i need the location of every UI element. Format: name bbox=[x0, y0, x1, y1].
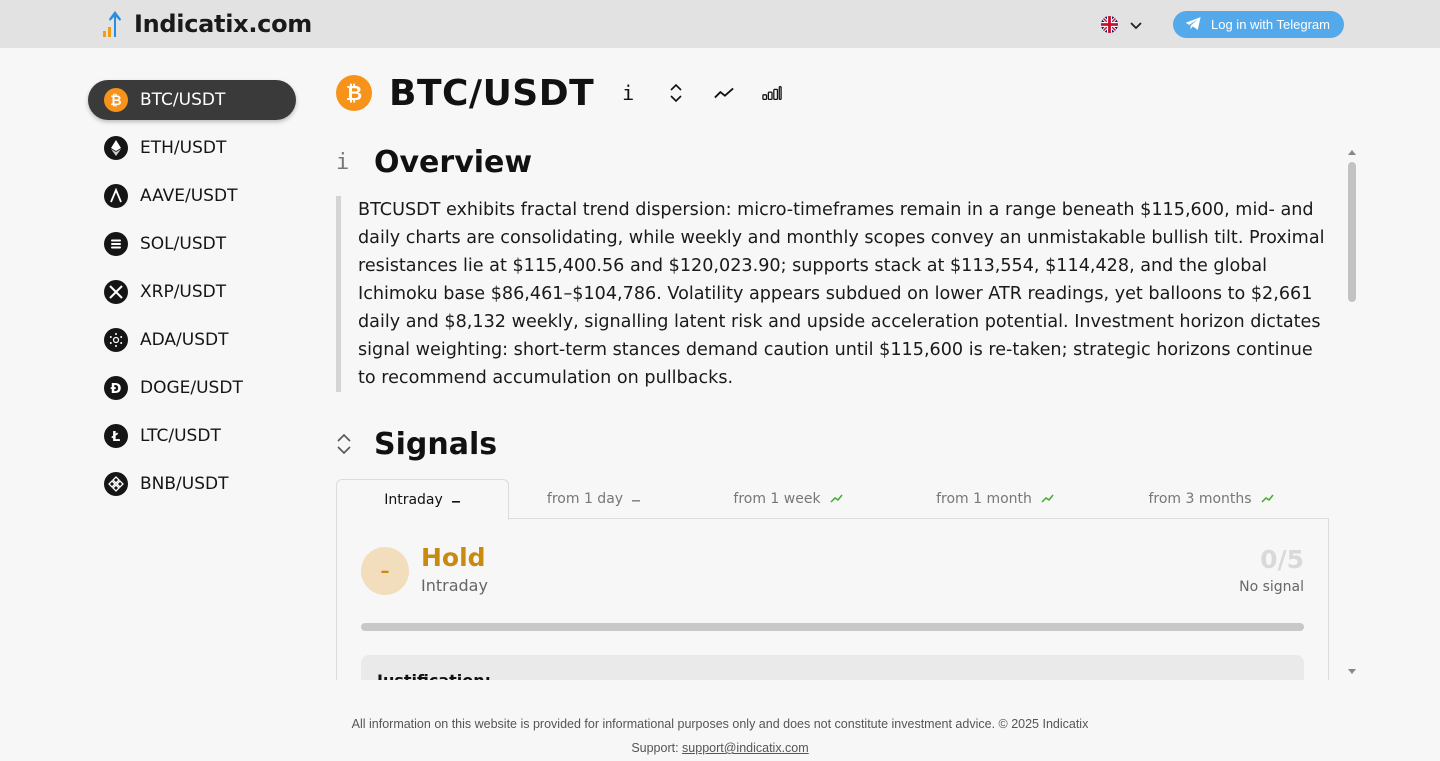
sidebar-item-btc-usdt[interactable]: ₿ BTC/USDT bbox=[88, 80, 296, 120]
sidebar-item-bnb-usdt[interactable]: BNB/USDT bbox=[88, 464, 296, 504]
tab-intraday[interactable]: Intraday bbox=[336, 479, 509, 520]
svg-text:Đ: Đ bbox=[111, 382, 122, 397]
info-icon: i bbox=[336, 149, 350, 175]
uk-flag-icon bbox=[1101, 16, 1118, 33]
justification-label: Justification: bbox=[377, 671, 491, 680]
bitcoin-icon: ₿ bbox=[104, 88, 128, 112]
aave-icon bbox=[104, 184, 128, 208]
sidebar-item-ada-usdt[interactable]: ADA/USDT bbox=[88, 320, 296, 360]
info-icon[interactable]: i bbox=[618, 81, 638, 105]
justification-box: Justification: bbox=[361, 655, 1304, 680]
sidebar-item-sol-usdt[interactable]: SOL/USDT bbox=[88, 224, 296, 264]
chevron-down-icon bbox=[1130, 15, 1142, 34]
sidebar-item-eth-usdt[interactable]: ETH/USDT bbox=[88, 128, 296, 168]
content-scrollbar[interactable] bbox=[1344, 148, 1360, 680]
footer-disclaimer: All information on this website is provi… bbox=[351, 717, 1089, 731]
tab-from-1-day[interactable]: from 1 day bbox=[509, 479, 679, 519]
logo-icon bbox=[102, 9, 124, 39]
bar-signal-icon[interactable] bbox=[762, 81, 782, 105]
sidebar-item-label: AAVE/USDT bbox=[140, 186, 238, 206]
signal-progress-bar bbox=[361, 623, 1304, 631]
hold-indicator: – bbox=[361, 547, 409, 595]
tab-from-3-months[interactable]: from 3 months bbox=[1093, 479, 1329, 519]
tab-label: from 1 day bbox=[546, 491, 624, 507]
sort-icon bbox=[336, 431, 366, 457]
sidebar-item-label: SOL/USDT bbox=[140, 234, 227, 254]
ethereum-icon bbox=[104, 136, 128, 160]
scrollbar-thumb[interactable] bbox=[1348, 162, 1356, 302]
sidebar-item-label: ADA/USDT bbox=[140, 330, 229, 350]
telegram-login-button[interactable]: Log in with Telegram bbox=[1173, 11, 1344, 38]
telegram-icon bbox=[1185, 16, 1202, 34]
svg-text:Ł: Ł bbox=[111, 430, 120, 445]
xrp-icon bbox=[104, 280, 128, 304]
trend-line-icon[interactable] bbox=[714, 81, 734, 105]
signal-score-label: No signal bbox=[1239, 579, 1304, 595]
bitcoin-icon: ₿ bbox=[336, 75, 372, 111]
logo-text: Indicatix.com bbox=[134, 10, 312, 38]
signal-tabs: Intraday from 1 day from 1 week from 1 m… bbox=[336, 479, 1329, 520]
signal-panel: – Hold Intraday 0/5 No signal Justificat… bbox=[336, 519, 1329, 680]
bnb-icon bbox=[104, 472, 128, 496]
neutral-trend-icon bbox=[632, 491, 641, 507]
tab-label: from 1 month bbox=[936, 491, 1032, 507]
support-prefix: Support: bbox=[631, 741, 683, 755]
overview-heading: i Overview bbox=[336, 140, 1329, 184]
tab-label: from 3 months bbox=[1148, 491, 1252, 507]
trend-up-icon bbox=[1041, 491, 1054, 507]
page-title: BTC/USDT bbox=[389, 72, 595, 114]
overview-text: BTCUSDT exhibits fractal trend dispersio… bbox=[336, 196, 1329, 392]
sidebar-item-label: BTC/USDT bbox=[140, 90, 226, 110]
sidebar-item-label: XRP/USDT bbox=[140, 282, 227, 302]
sidebar-item-xrp-usdt[interactable]: XRP/USDT bbox=[88, 272, 296, 312]
signal-score: 0/5 bbox=[1260, 545, 1304, 574]
signal-verdict: Hold bbox=[421, 543, 486, 572]
sidebar-item-label: DOGE/USDT bbox=[140, 378, 243, 398]
signal-horizon: Intraday bbox=[421, 576, 488, 595]
litecoin-icon: Ł bbox=[104, 424, 128, 448]
section-nav: i bbox=[618, 81, 782, 105]
svg-text:₿: ₿ bbox=[110, 93, 121, 109]
sidebar-item-label: ETH/USDT bbox=[140, 138, 227, 158]
signals-heading: Signals bbox=[336, 422, 1329, 466]
signals-title: Signals bbox=[374, 426, 498, 462]
tab-from-1-week[interactable]: from 1 week bbox=[679, 479, 897, 519]
sort-icon[interactable] bbox=[666, 81, 686, 105]
pair-sidebar: ₿ BTC/USDT ETH/USDT AAVE/USDT SOL/USDT X… bbox=[88, 80, 296, 512]
site-logo[interactable]: Indicatix.com bbox=[102, 9, 312, 39]
sidebar-item-aave-usdt[interactable]: AAVE/USDT bbox=[88, 176, 296, 216]
footer: All information on this website is provi… bbox=[0, 712, 1440, 760]
language-selector[interactable] bbox=[1101, 15, 1142, 34]
dogecoin-icon: Đ bbox=[104, 376, 128, 400]
overview-title: Overview bbox=[374, 144, 533, 180]
support-email-link[interactable]: support@indicatix.com bbox=[682, 741, 809, 755]
top-bar: Indicatix.com Log in with Telegram bbox=[0, 0, 1440, 48]
sidebar-item-label: BNB/USDT bbox=[140, 474, 229, 494]
solana-icon bbox=[104, 232, 128, 256]
scroll-down-arrow-icon[interactable] bbox=[1348, 669, 1356, 674]
telegram-login-label: Log in with Telegram bbox=[1211, 17, 1330, 32]
cardano-icon bbox=[104, 328, 128, 352]
tab-label: from 1 week bbox=[733, 491, 821, 507]
sidebar-item-ltc-usdt[interactable]: Ł LTC/USDT bbox=[88, 416, 296, 456]
trend-up-icon bbox=[830, 491, 843, 507]
footer-support: Support: support@indicatix.com bbox=[0, 736, 1440, 760]
neutral-trend-icon bbox=[451, 492, 461, 508]
sidebar-item-doge-usdt[interactable]: Đ DOGE/USDT bbox=[88, 368, 296, 408]
tab-from-1-month[interactable]: from 1 month bbox=[897, 479, 1093, 519]
svg-text:₿: ₿ bbox=[346, 81, 362, 105]
pair-header: ₿ BTC/USDT i bbox=[336, 72, 782, 114]
trend-up-icon bbox=[1261, 491, 1274, 507]
scroll-up-arrow-icon[interactable] bbox=[1348, 150, 1356, 155]
sidebar-item-label: LTC/USDT bbox=[140, 426, 221, 446]
tab-label: Intraday bbox=[384, 491, 443, 508]
main-content[interactable]: i Overview BTCUSDT exhibits fractal tren… bbox=[336, 140, 1329, 680]
